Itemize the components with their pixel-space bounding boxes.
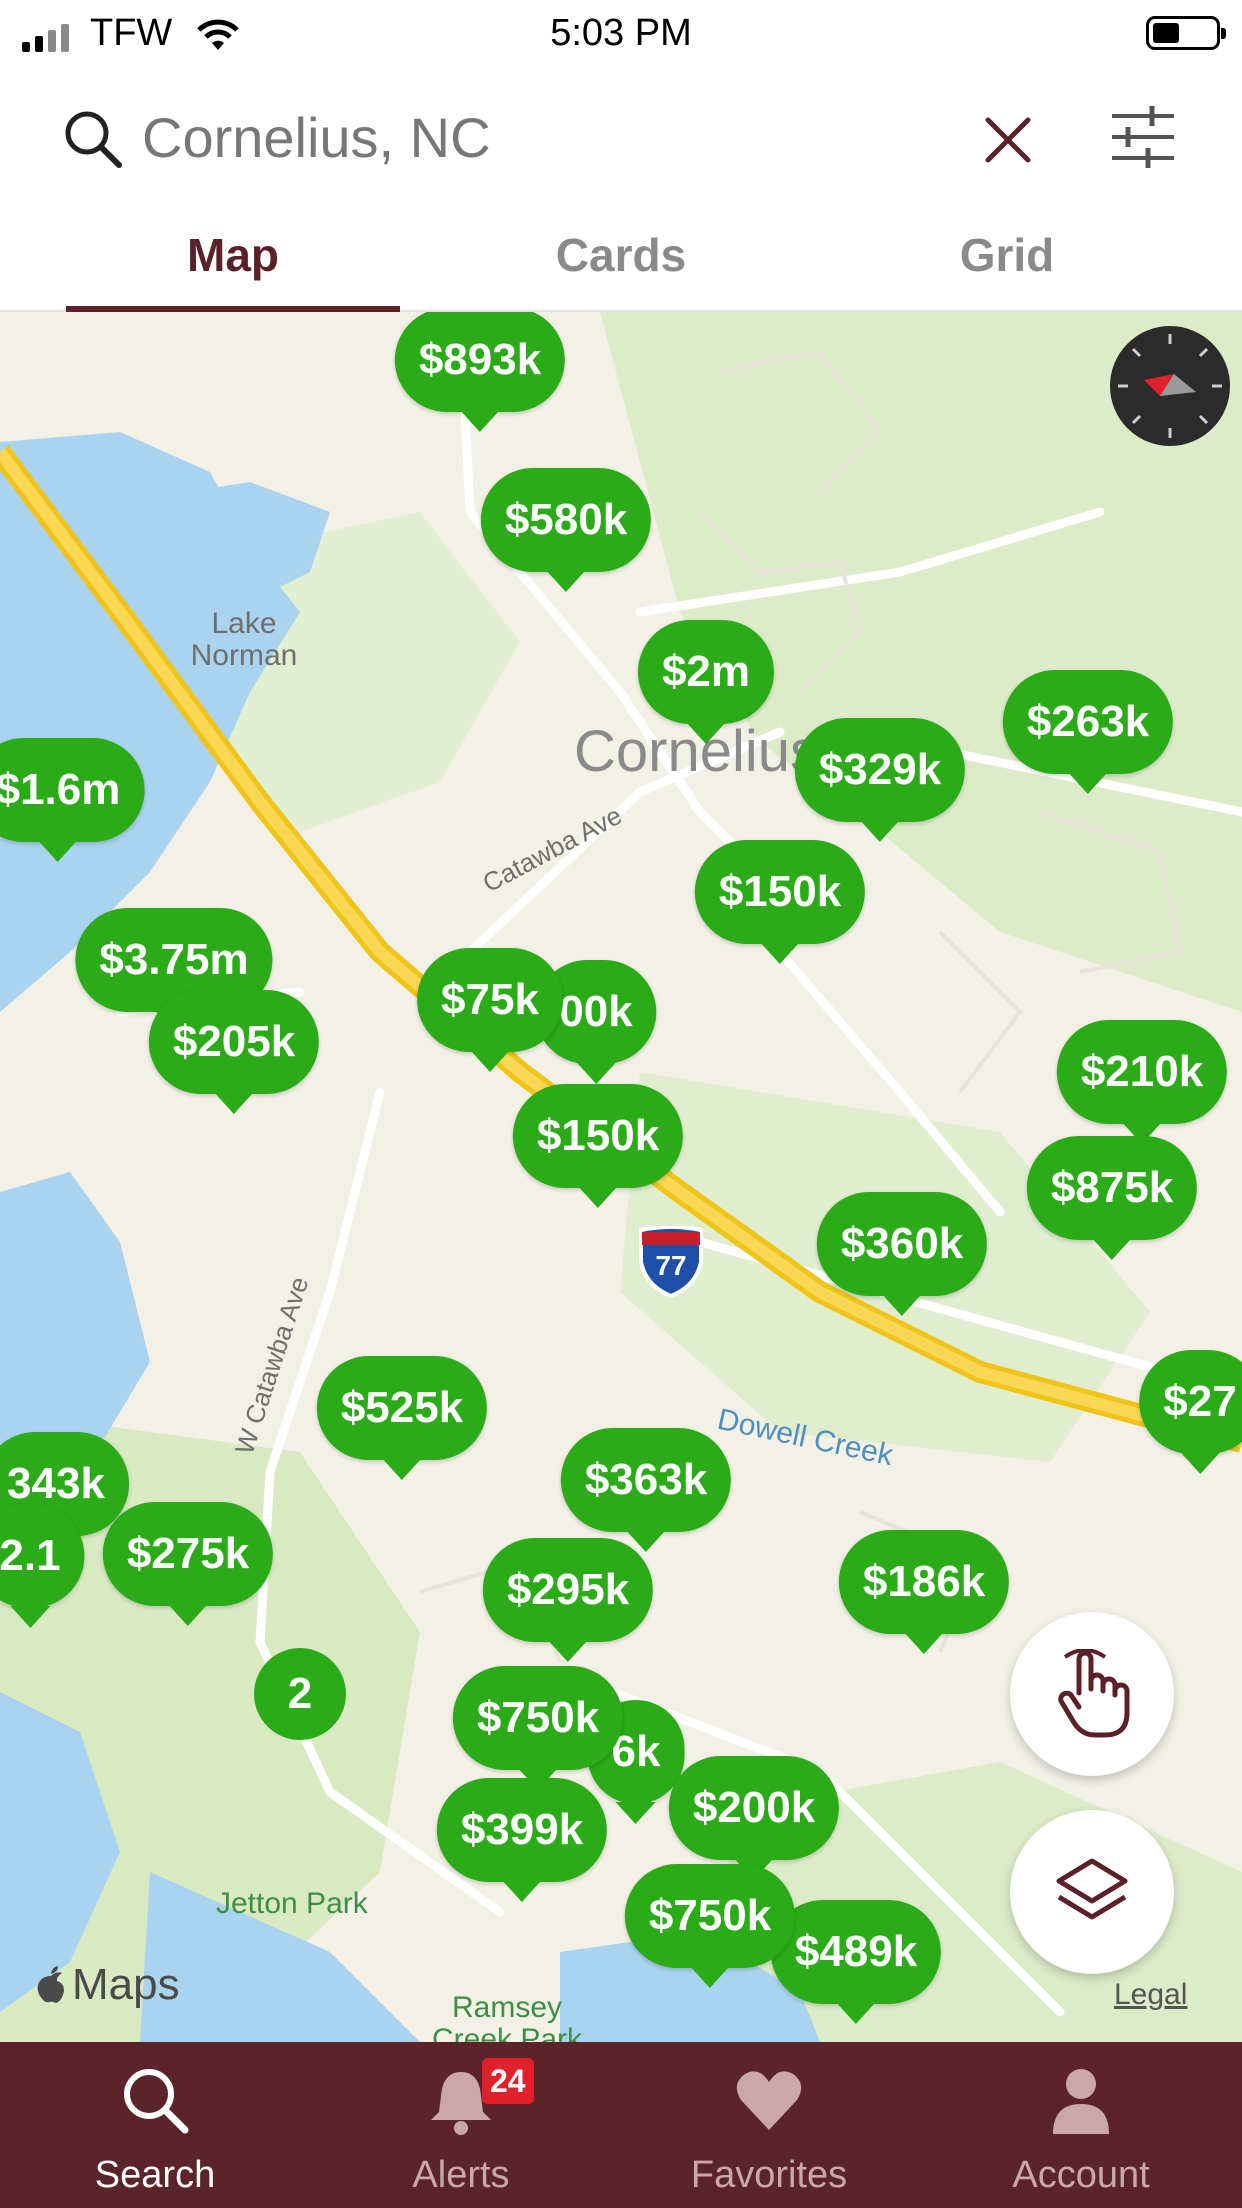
price-pin[interactable]: $186k: [838, 1530, 1010, 1654]
price-pin[interactable]: $210k: [1056, 1020, 1228, 1144]
price-pin[interactable]: $580k: [480, 468, 652, 592]
price-pin[interactable]: $489k: [770, 1900, 942, 2024]
map-label-jetton-park: Jetton Park: [216, 1887, 368, 1920]
price-pin[interactable]: $329k: [794, 718, 966, 842]
bottom-tab-bar: Search 24 Alerts Favorites Account: [0, 2042, 1242, 2208]
price-pin[interactable]: $363k: [560, 1428, 732, 1552]
sliders-icon[interactable]: [1108, 102, 1178, 172]
hand-pointer-icon: [1058, 1649, 1130, 1738]
cluster-marker[interactable]: 2: [254, 1648, 346, 1740]
price-pin[interactable]: $875k: [1026, 1136, 1198, 1260]
map-label-ramsey-creek-park: Ramsey Creek Park: [432, 1991, 583, 2042]
price-pin[interactable]: $750k: [624, 1864, 796, 1988]
search-icon: [65, 111, 122, 168]
search-bar: [0, 68, 1242, 210]
battery-icon: [1146, 16, 1226, 50]
price-pin[interactable]: $2m: [637, 620, 775, 744]
price-pin[interactable]: $275k: [102, 1502, 274, 1626]
view-tabs: Map Cards Grid: [0, 210, 1242, 312]
tabbar-label: Favorites: [690, 2154, 848, 2196]
price-pin[interactable]: $399k: [436, 1778, 608, 1902]
close-icon[interactable]: [980, 112, 1036, 168]
price-pin[interactable]: $27: [1139, 1350, 1242, 1474]
legal-link[interactable]: Legal: [1114, 1978, 1187, 2012]
search-icon: [124, 2069, 189, 2134]
tabbar-item-favorites[interactable]: Favorites: [614, 2042, 924, 2208]
interstate-shield-icon: 77: [636, 1225, 706, 1299]
price-pin[interactable]: $205k: [148, 990, 320, 1114]
alerts-badge: 24: [482, 2058, 534, 2104]
map-view[interactable]: Lake Norman Cornelius Catawba Ave W Cata…: [0, 312, 1242, 2042]
price-pin[interactable]: $1.6m: [0, 738, 145, 862]
tabbar-label: Alerts: [412, 2154, 510, 2196]
price-pin[interactable]: $893k: [394, 312, 566, 432]
price-pin[interactable]: $200k: [668, 1756, 840, 1880]
price-pin[interactable]: $150k: [694, 840, 866, 964]
tabbar-label: Account: [1012, 2154, 1150, 2196]
apple-logo-icon: [37, 1966, 64, 2003]
apple-maps-logo: Maps: [34, 1960, 180, 2010]
status-bar: TFW 5:03 PM: [0, 0, 1242, 68]
tab-cards[interactable]: Cards: [456, 228, 786, 282]
price-pin[interactable]: $150k: [512, 1084, 684, 1208]
price-pin[interactable]: $360k: [816, 1192, 988, 1316]
clock: 5:03 PM: [550, 12, 692, 54]
tab-grid[interactable]: Grid: [842, 228, 1172, 282]
tabbar-item-search[interactable]: Search: [0, 2042, 310, 2208]
draw-search-button[interactable]: [1010, 1612, 1174, 1776]
compass-icon[interactable]: [1110, 326, 1230, 446]
price-pin[interactable]: $295k: [482, 1538, 654, 1662]
tab-map[interactable]: Map: [68, 228, 398, 282]
tabbar-item-alerts[interactable]: 24 Alerts: [306, 2042, 616, 2208]
search-input[interactable]: [142, 102, 942, 172]
map-layers-button[interactable]: [1010, 1810, 1174, 1974]
map-label-lake-norman: Lake Norman: [190, 607, 298, 672]
heart-icon: [736, 2071, 802, 2130]
person-icon: [1053, 2069, 1109, 2134]
layers-icon: [1056, 1858, 1128, 1920]
tabbar-item-account[interactable]: Account: [926, 2042, 1236, 2208]
tabbar-label: Search: [94, 2154, 216, 2196]
price-pin[interactable]: $263k: [1002, 670, 1174, 794]
price-pin[interactable]: $525k: [316, 1356, 488, 1480]
price-pin[interactable]: $750k: [452, 1666, 624, 1790]
price-pin[interactable]: $75k: [417, 948, 563, 1072]
